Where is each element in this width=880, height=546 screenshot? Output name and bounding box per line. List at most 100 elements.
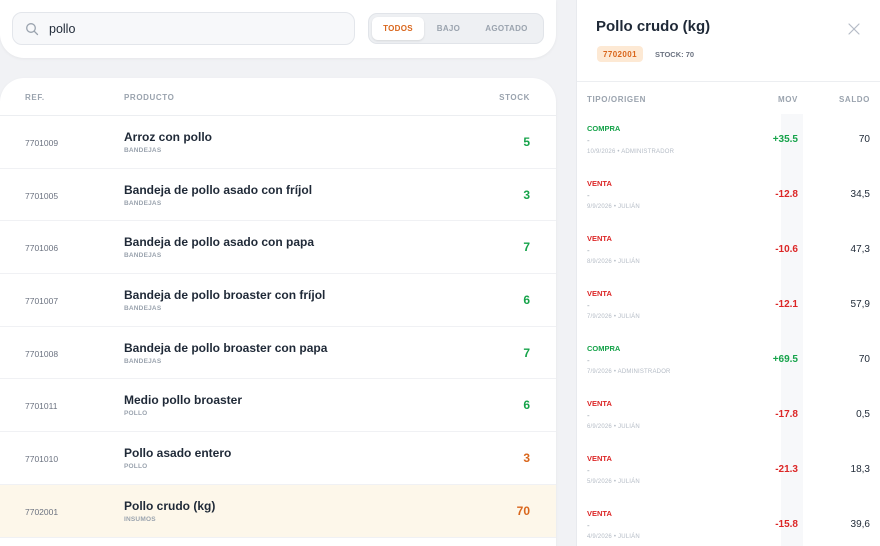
close-icon[interactable] <box>847 22 861 36</box>
col-type: TIPO/ORIGEN <box>587 95 647 104</box>
list-item: VENTA - 8/9/2026 • JULIÁN -10.6 47,3 <box>577 224 880 279</box>
col-product: PRODUCTO <box>124 93 175 102</box>
movement-balance: 47,3 <box>850 244 870 255</box>
table-row[interactable]: 7701007 Bandeja de pollo broaster con frí… <box>0 274 556 327</box>
movement-balance: 18,3 <box>850 464 870 475</box>
table-row[interactable]: 7701011 Medio pollo broaster POLLO 6 <box>0 379 556 433</box>
product-ref: 7701008 <box>25 348 59 359</box>
search-card: TODOS BAJO AGOTADO <box>0 0 556 58</box>
table-row[interactable]: 7702001 Pollo crudo (kg) INSUMOS 70 <box>0 484 556 538</box>
list-item: VENTA - 9/9/2026 • JULIÁN -12.8 34,5 <box>577 169 880 224</box>
table-row[interactable]: 7701006 Bandeja de pollo asado con papa BA… <box>0 221 556 275</box>
movement-type: VENTA <box>587 399 612 408</box>
product-ref: 7701005 <box>25 190 59 201</box>
movement-amount: +69.5 <box>772 354 798 365</box>
product-category: BANDEJAS <box>124 252 162 260</box>
movement-balance: 0,5 <box>856 409 870 420</box>
movement-origin: - <box>587 521 590 530</box>
product-name: Bandeja de pollo broaster con papa <box>124 340 328 355</box>
product-stock: 3 <box>523 451 530 466</box>
movement-amount: +35.5 <box>772 134 798 145</box>
product-stock: 7 <box>523 345 530 360</box>
movement-origin: - <box>587 301 590 310</box>
table-row[interactable]: 7701009 Arroz con pollo BANDEJAS 5 <box>0 116 556 169</box>
filter-agotado-button[interactable]: AGOTADO <box>473 17 540 40</box>
product-ref: 7701007 <box>25 296 59 307</box>
movement-balance: 70 <box>858 134 870 145</box>
product-name: Bandeja de pollo broaster con fríjol <box>124 288 326 303</box>
product-category: BANDEJAS <box>124 199 162 207</box>
movement-origin: - <box>587 411 590 420</box>
product-category: POLLO <box>124 463 148 471</box>
list-item: VENTA - 4/9/2026 • JULIÁN -15.8 39,6 <box>577 499 880 546</box>
col-ref: REF. <box>25 93 45 102</box>
movement-amount: -17.8 <box>775 409 798 420</box>
ref-badge: 7702001 <box>597 46 643 62</box>
movement-origin: - <box>587 246 590 255</box>
table-row[interactable]: 7701010 Pollo asado entero POLLO 3 <box>0 432 556 485</box>
movement-balance: 39,6 <box>850 519 870 530</box>
movement-meta: 4/9/2026 • JULIÁN <box>587 534 640 540</box>
movement-meta: 7/9/2026 • JULIÁN <box>587 314 640 320</box>
col-mov: MOV <box>777 95 798 104</box>
movements-header: TIPO/ORIGEN MOV SALDO <box>577 81 880 114</box>
movement-origin: - <box>587 191 590 200</box>
products-table: REF. PRODUCTO STOCK 7701009 Arroz con pol… <box>0 78 556 546</box>
movement-amount: -12.8 <box>775 189 798 200</box>
product-category: BANDEJAS <box>124 357 162 365</box>
product-name: Bandeja de pollo asado con papa <box>124 235 315 250</box>
list-item: VENTA - 5/9/2026 • JULIÁN -21.3 18,3 <box>577 444 880 499</box>
movement-amount: -12.1 <box>775 299 798 310</box>
movement-type: COMPRA <box>587 124 621 133</box>
movement-balance: 34,5 <box>850 189 870 200</box>
product-category: BANDEJAS <box>124 147 162 154</box>
products-table-header: REF. PRODUCTO STOCK <box>0 78 556 116</box>
product-stock: 6 <box>523 293 530 308</box>
stock-filter: TODOS BAJO AGOTADO <box>368 13 544 44</box>
list-item: COMPRA - 7/9/2026 • ADMINISTRADOR +69.5 70 <box>577 334 880 389</box>
movement-meta: 8/9/2026 • JULIÁN <box>587 259 640 265</box>
movement-amount: -15.8 <box>775 519 798 530</box>
movement-meta: 6/9/2026 • JULIÁN <box>587 424 640 430</box>
product-category: INSUMOS <box>124 515 156 523</box>
product-ref: 7701010 <box>25 454 59 465</box>
movement-meta: 10/9/2026 • ADMINISTRADOR <box>587 149 675 155</box>
product-name: Arroz con pollo <box>124 130 212 144</box>
detail-title: Pollo crudo (kg) <box>596 18 711 35</box>
movement-meta: 9/9/2026 • JULIÁN <box>587 204 640 210</box>
product-stock: 70 <box>516 503 530 518</box>
product-category: BANDEJAS <box>124 305 162 313</box>
product-category: POLLO <box>124 410 148 418</box>
movement-meta: 5/9/2026 • JULIÁN <box>587 479 640 485</box>
product-name: Pollo asado entero <box>124 446 232 461</box>
search-input[interactable] <box>49 21 329 36</box>
list-item: COMPRA - 10/9/2026 • ADMINISTRADOR +35.5 70 <box>577 114 880 169</box>
movement-type: VENTA <box>587 234 612 243</box>
products-table-body: 7701009 Arroz con pollo BANDEJAS 5 7701005 Ba… <box>0 116 556 538</box>
movement-origin: - <box>587 466 590 475</box>
movement-type: VENTA <box>587 179 612 188</box>
stock-label: STOCK: 70 <box>655 50 695 59</box>
movement-balance: 57,9 <box>850 299 870 310</box>
movement-meta: 7/9/2026 • ADMINISTRADOR <box>587 369 671 375</box>
product-ref: 7701006 <box>25 243 59 254</box>
movement-type: VENTA <box>587 509 612 518</box>
movement-origin: - <box>587 356 590 365</box>
search-icon <box>26 22 39 35</box>
movement-balance: 70 <box>858 354 870 365</box>
search-box[interactable] <box>12 12 355 45</box>
product-stock: 7 <box>523 240 530 255</box>
col-saldo: SALDO <box>839 95 870 104</box>
table-row[interactable]: 7701005 Bandeja de pollo asado con fríjol… <box>0 169 556 222</box>
movement-type: VENTA <box>587 454 612 463</box>
product-stock: 6 <box>523 398 530 413</box>
product-detail-panel: Pollo crudo (kg) 7702001 STOCK: 70 TIPO/… <box>576 0 880 546</box>
product-ref: 7701009 <box>25 138 59 148</box>
product-name: Bandeja de pollo asado con fríjol <box>124 182 313 197</box>
table-row[interactable]: 7701008 Bandeja de pollo broaster con pap… <box>0 327 556 380</box>
filter-bajo-button[interactable]: BAJO <box>424 17 473 40</box>
movement-type: VENTA <box>587 289 612 298</box>
col-stock: STOCK <box>499 93 530 102</box>
movement-amount: -10.6 <box>775 244 798 255</box>
filter-todos-button[interactable]: TODOS <box>372 17 424 40</box>
